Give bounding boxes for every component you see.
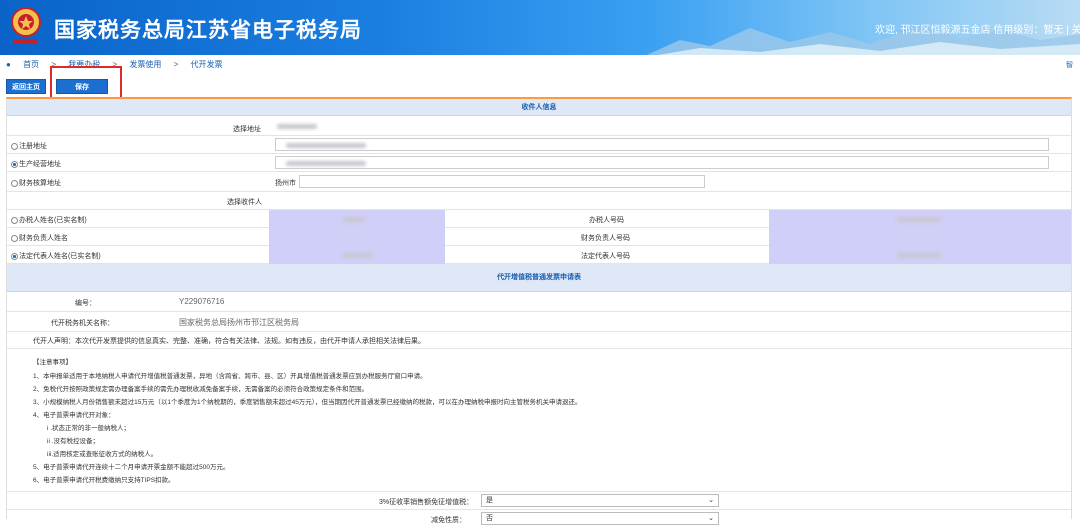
tax-officer-row: 办税人姓名(已实名制) 办税人号码 bbox=[7, 210, 1071, 228]
back-home-button[interactable]: 返回主页 bbox=[6, 79, 46, 94]
business-address-input[interactable] bbox=[275, 156, 1049, 169]
finance-officer-phone-cell bbox=[769, 228, 1071, 246]
side-panel-tab[interactable]: 智 bbox=[1066, 60, 1080, 100]
tax-emblem-logo bbox=[11, 7, 41, 44]
application-form: 收件人信息 选择地址 注册地址 生产经营地址 财务核算地址 扬州市 选择收件人 … bbox=[6, 97, 1072, 525]
legal-rep-row: 法定代表人姓名(已实名制) 法定代表人号码 bbox=[7, 246, 1071, 264]
finance-officer-name-cell bbox=[269, 228, 445, 246]
finance-address-radio[interactable] bbox=[11, 179, 18, 187]
breadcrumb-invoice[interactable]: 发票使用 bbox=[129, 60, 161, 69]
office-value: 国家税务总局扬州市邗江区税务局 bbox=[179, 318, 299, 327]
notes-block: 【注意事项】 1、本申报单适用于本地纳税人申请代开增值税普通发票，异地（含跨省、… bbox=[7, 349, 1071, 492]
tax-officer-name-cell bbox=[269, 210, 445, 228]
number-row: 编号： Y229076716 bbox=[7, 292, 1071, 312]
finance-address-input[interactable] bbox=[299, 175, 705, 188]
business-address-row: 生产经营地址 bbox=[7, 154, 1071, 172]
finance-officer-radio[interactable] bbox=[11, 234, 18, 242]
breadcrumb-home[interactable]: 首页 bbox=[23, 60, 39, 69]
legal-rep-name-cell bbox=[269, 246, 445, 264]
finance-address-row: 财务核算地址 扬州市 bbox=[7, 172, 1071, 192]
welcome-text[interactable]: 欢迎, 邗江区恒毅源五金店 信用级别：暂无 | 关闭 bbox=[875, 21, 1080, 36]
recipient-section-header: 收件人信息 bbox=[7, 99, 1071, 116]
legal-rep-radio[interactable] bbox=[11, 252, 18, 260]
number-value: Y229076716 bbox=[179, 297, 225, 306]
declaration-row: 代开人声明：本次代开发票提供的信息真实、完整、准确，符合有关法律、法规。如有违反… bbox=[7, 332, 1071, 349]
breadcrumb-issue[interactable]: 代开发票 bbox=[191, 60, 223, 69]
registered-address-input[interactable] bbox=[275, 138, 1049, 151]
registered-address-row: 注册地址 bbox=[7, 136, 1071, 154]
tax-officer-phone-cell bbox=[769, 210, 1071, 228]
header-banner: 国家税务总局江苏省电子税务局 欢迎, 邗江区恒毅源五金店 信用级别：暂无 | 关… bbox=[0, 0, 1080, 55]
finance-officer-row: 财务负责人姓名 财务负责人号码 bbox=[7, 228, 1071, 246]
office-row: 代开税务机关名称： 国家税务总局扬州市邗江区税务局 bbox=[7, 312, 1071, 332]
legal-rep-phone-cell bbox=[769, 246, 1071, 264]
address-select-row: 选择地址 bbox=[7, 116, 1071, 136]
page-title: 国家税务总局江苏省电子税务局 bbox=[54, 19, 362, 42]
business-address-radio[interactable] bbox=[11, 160, 18, 168]
chevron-down-icon: ⌄ bbox=[708, 497, 714, 504]
application-section-header: 代开增值税普通发票申请表 bbox=[7, 264, 1071, 292]
reduction-row: 减免性质： 否 ⌄ bbox=[7, 510, 1071, 528]
recipient-select-row: 选择收件人 bbox=[7, 192, 1071, 210]
location-pin-icon: ● bbox=[6, 60, 11, 69]
registered-address-radio[interactable] bbox=[11, 142, 18, 150]
exemption-select[interactable]: 是 ⌄ bbox=[481, 494, 719, 507]
tax-officer-radio[interactable] bbox=[11, 216, 18, 224]
exemption-row: 3%征收率销售额免征增值税： 是 ⌄ bbox=[7, 492, 1071, 510]
declaration-text: 代开人声明：本次代开发票提供的信息真实、完整、准确，符合有关法律、法规。如有违反… bbox=[33, 338, 425, 345]
